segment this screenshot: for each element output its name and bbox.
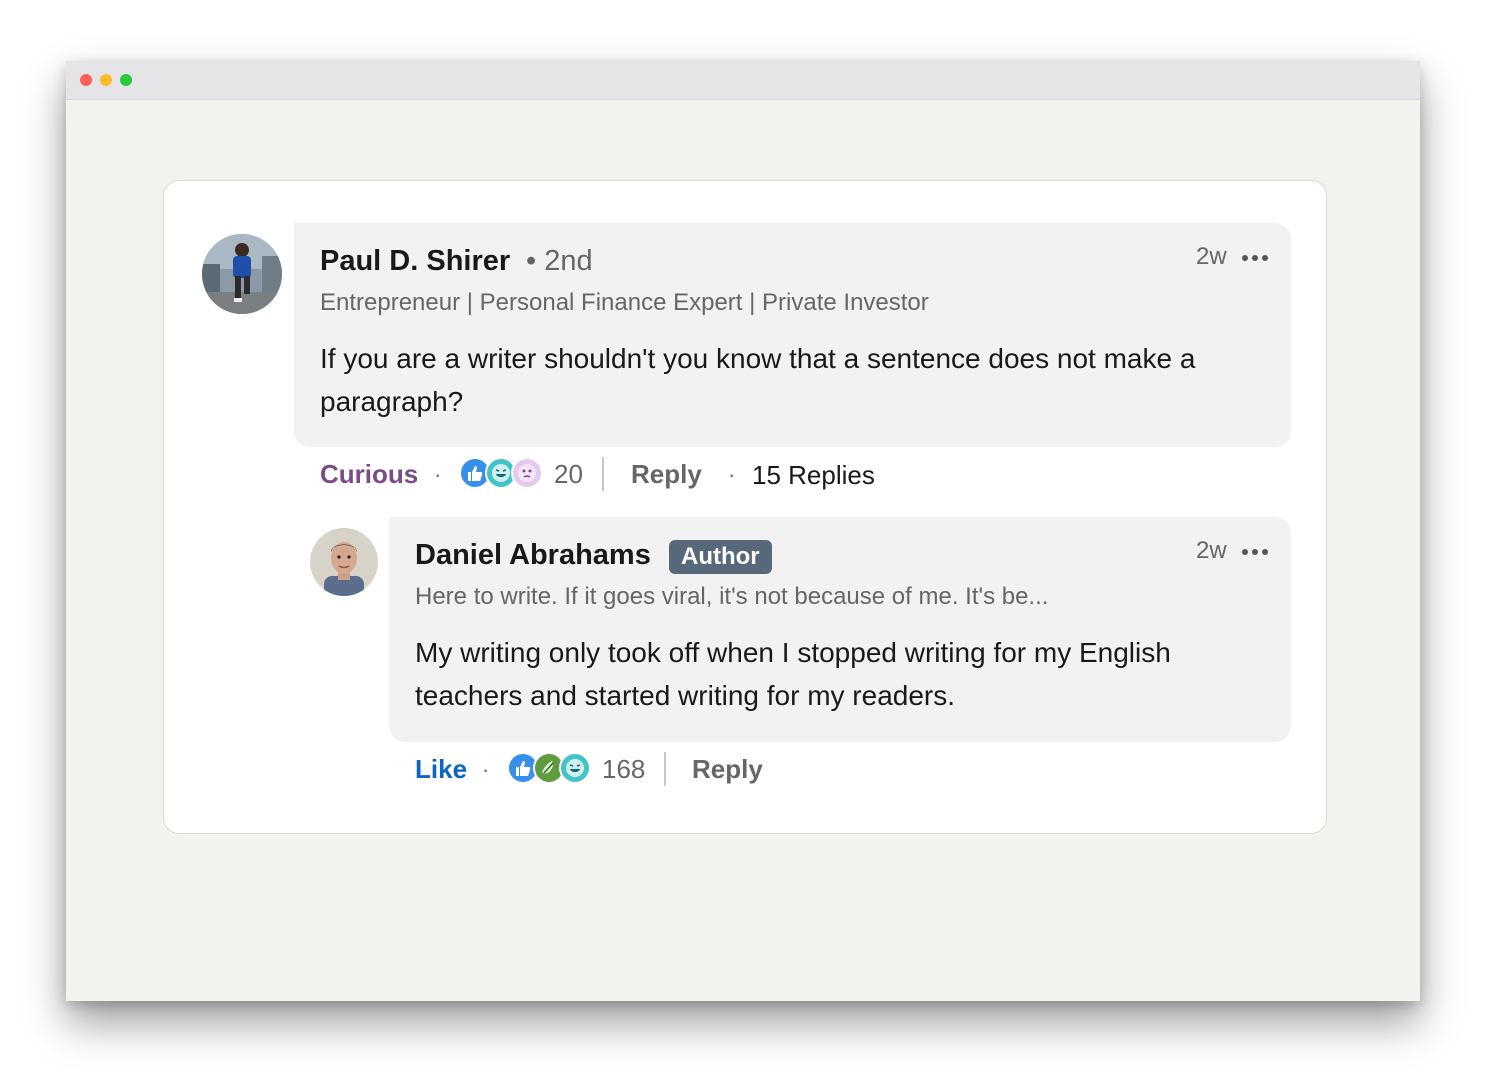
comment-text: If you are a writer shouldn't you know t…: [320, 343, 1196, 417]
commenter-avatar[interactable]: [202, 234, 282, 314]
commenter-headline: Entrepreneur | Personal Finance Expert |…: [320, 289, 929, 316]
reaction-count[interactable]: 20: [554, 459, 583, 490]
comment-bubble: Paul D. Shirer • 2nd Entrepreneur | Pers…: [294, 223, 1291, 447]
browser-window: Paul D. Shirer • 2nd Entrepreneur | Pers…: [66, 61, 1420, 1001]
separator-dot: ·: [434, 462, 442, 487]
author-badge: Author: [669, 540, 772, 574]
separator-dot: ·: [482, 757, 490, 782]
zoom-window-button[interactable]: [120, 74, 132, 86]
reaction-button[interactable]: Curious: [320, 459, 418, 490]
curious-icon: [511, 457, 543, 489]
comment-timestamp: 2w: [1196, 243, 1227, 270]
divider: [602, 457, 604, 491]
replier-headline: Here to write. If it goes viral, it's no…: [415, 583, 1049, 610]
connection-degree: • 2nd: [526, 245, 593, 277]
reply-text: My writing only took off when I stopped …: [415, 637, 1171, 711]
minimize-window-button[interactable]: [100, 74, 112, 86]
reply-bubble: Daniel Abrahams Author Here to write. If…: [389, 517, 1291, 742]
separator-dot: ·: [728, 462, 736, 487]
replier-name[interactable]: Daniel Abrahams: [415, 539, 651, 572]
funny-icon: [559, 752, 591, 784]
reaction-icons[interactable]: [507, 752, 591, 784]
close-window-button[interactable]: [80, 74, 92, 86]
reaction-count[interactable]: 168: [602, 754, 645, 785]
reaction-icons[interactable]: [459, 457, 543, 489]
more-options-icon[interactable]: [1242, 547, 1268, 557]
replies-count-link[interactable]: 15 Replies: [752, 460, 875, 491]
like-button[interactable]: Like: [415, 754, 467, 785]
reply-button[interactable]: Reply: [692, 754, 763, 785]
commenter-name[interactable]: Paul D. Shirer: [320, 245, 510, 278]
reply-button[interactable]: Reply: [631, 459, 702, 490]
reply-timestamp: 2w: [1196, 537, 1227, 564]
replier-avatar[interactable]: [310, 528, 378, 596]
more-options-icon[interactable]: [1242, 253, 1268, 263]
window-titlebar: [66, 61, 1420, 100]
comments-card: Paul D. Shirer • 2nd Entrepreneur | Pers…: [163, 180, 1327, 834]
divider: [664, 752, 666, 786]
